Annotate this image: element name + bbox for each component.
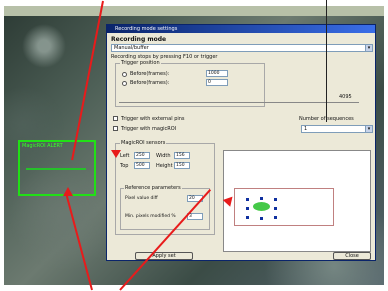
width-label: Width (156, 153, 171, 159)
width-input[interactable]: 156 (174, 152, 190, 159)
apply-set-button[interactable]: Apply set (135, 252, 193, 260)
reference-params-group: Reference parameters Pixel value diff 20… (120, 185, 210, 230)
external-trigger-checkbox[interactable] (113, 116, 118, 121)
after-trigger-label: Before(frames): (130, 80, 170, 86)
height-label: Height (156, 163, 173, 169)
preview-frame (234, 188, 334, 226)
pixel-value-label: Pixel value diff (125, 196, 158, 201)
resize-handle[interactable] (274, 216, 277, 219)
left-value: 250 (136, 153, 145, 158)
before-trigger-value: 1000 (208, 71, 220, 76)
top-label: Top (120, 163, 129, 169)
trigger-group-label: Trigger position (120, 60, 161, 66)
before-trigger-radio[interactable] (122, 72, 127, 77)
before-trigger-input[interactable]: 1000 (206, 70, 228, 77)
pixel-value: 20 (189, 196, 195, 201)
annotation-arrowhead (63, 187, 73, 196)
frames-sequence-value: 1 (304, 126, 308, 132)
dialog-titlebar[interactable]: Recording mode settings (107, 25, 375, 33)
magicroi-trigger-label: Trigger with magicROI (121, 126, 177, 132)
magicroi-trigger-checkbox[interactable] (113, 126, 118, 131)
top-value: 500 (136, 163, 145, 168)
annotation-arrowhead (111, 150, 121, 158)
before-trigger-label: Before(frames): (130, 71, 170, 77)
settings-dialog: Recording mode settings Recording mode M… (106, 24, 376, 261)
close-button[interactable]: Close (333, 252, 371, 260)
resize-handle[interactable] (260, 217, 263, 220)
top-strip (4, 6, 384, 16)
resize-handle[interactable] (246, 198, 249, 201)
resize-handle[interactable] (246, 207, 249, 210)
min-pixels-label: Min. pixels modified % (125, 214, 176, 219)
height-input[interactable]: 150 (174, 162, 190, 169)
recording-mode-label: Recording mode (111, 36, 167, 43)
chevron-down-icon: ▾ (365, 45, 372, 51)
trigger-slider[interactable] (119, 102, 359, 103)
left-input[interactable]: 250 (134, 152, 150, 159)
resize-handle[interactable] (260, 197, 263, 200)
after-trigger-value: 0 (208, 80, 211, 85)
after-trigger-input[interactable]: 0 (206, 79, 228, 86)
roi-overlay-label: MagicROI ALERT (22, 143, 63, 149)
reference-group-label: Reference parameters (124, 185, 182, 191)
frames-sequence-select[interactable]: 1 ▾ (301, 125, 373, 133)
magicroi-group-label: MagicROI sensors (120, 140, 167, 146)
external-trigger-label: Trigger with external pins (121, 116, 185, 122)
resize-handle[interactable] (274, 198, 277, 201)
after-trigger-radio[interactable] (122, 81, 127, 86)
roi-blob (253, 202, 270, 211)
trigger-slider-max: 4095 (339, 94, 352, 100)
annotation-line (326, 0, 327, 122)
top-input[interactable]: 500 (134, 162, 150, 169)
height-value: 150 (176, 163, 185, 168)
left-label: Left (120, 153, 130, 159)
width-value: 156 (176, 153, 185, 158)
recording-mode-value: Manual/buffer (114, 45, 149, 51)
roi-overlay-line (26, 168, 86, 170)
resize-handle[interactable] (274, 207, 277, 210)
recording-mode-select[interactable]: Manual/buffer ▾ (111, 44, 373, 52)
resize-handle[interactable] (246, 216, 249, 219)
chevron-down-icon: ▾ (365, 126, 372, 132)
magicroi-sensors-group: MagicROI sensors Left 250 Width 156 Top … (115, 140, 215, 235)
trigger-position-group: Trigger position Before(frames): 1000 Be… (115, 60, 265, 107)
min-pixels-value: 3 (189, 214, 192, 219)
roi-preview-pane[interactable] (223, 150, 371, 252)
magicroi-overlay-box: MagicROI ALERT (18, 140, 96, 196)
